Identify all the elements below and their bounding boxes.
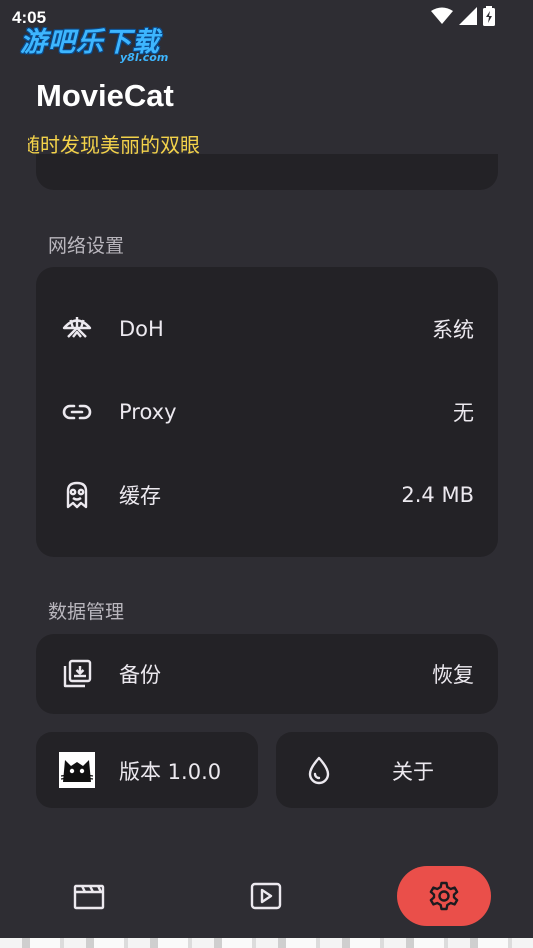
version-label: 版本 1.0.0: [119, 760, 222, 784]
drop-icon: [304, 755, 334, 785]
scrolled-card-bottom: [36, 154, 498, 190]
cache-icon: [60, 478, 94, 512]
doh-row[interactable]: DoH 系统: [36, 299, 498, 359]
backup-card: 备份 恢复: [36, 634, 498, 714]
watermark-logo: 游吧乐下载 y8l.com: [20, 20, 190, 66]
backup-label: 备份: [119, 663, 161, 687]
doh-label: DoH: [119, 317, 164, 341]
app-subtitle: 随时发现美丽的双眼: [28, 133, 200, 157]
doh-value: 系统: [432, 318, 474, 342]
proxy-label: Proxy: [119, 400, 177, 424]
wifi-icon: [431, 7, 453, 24]
cache-row[interactable]: 缓存 2.4 MB: [36, 465, 498, 525]
about-card[interactable]: 关于: [276, 732, 498, 808]
nav-settings[interactable]: [397, 866, 491, 926]
app-logo-icon: [59, 752, 95, 788]
app-title: MovieCat: [36, 78, 174, 113]
gear-icon: [429, 881, 459, 911]
cache-value: 2.4 MB: [401, 483, 474, 507]
backup-row[interactable]: 备份 恢复: [36, 644, 498, 704]
nav-player[interactable]: [219, 866, 313, 926]
network-settings-card: DoH 系统 Proxy 无 缓存 2.4 MB: [36, 267, 498, 557]
network-section-heading: 网络设置: [48, 235, 125, 257]
about-label: 关于: [392, 760, 434, 784]
cache-label: 缓存: [119, 484, 161, 508]
proxy-value: 无: [453, 401, 474, 425]
battery-icon: [483, 6, 495, 26]
data-section-heading: 数据管理: [48, 601, 125, 623]
version-card[interactable]: 版本 1.0.0: [36, 732, 258, 808]
nav-movies[interactable]: [42, 866, 136, 926]
bottom-edge-strip: [0, 938, 533, 948]
signal-icon: [459, 7, 477, 25]
umbrella-icon: [60, 312, 94, 346]
bottom-navigation: [0, 860, 533, 932]
movie-clapper-icon: [73, 884, 105, 910]
proxy-row[interactable]: Proxy 无: [36, 382, 498, 442]
link-icon: [60, 395, 94, 429]
play-icon: [250, 882, 282, 910]
backup-icon: [60, 657, 94, 691]
restore-button[interactable]: 恢复: [432, 659, 474, 689]
status-icons: [431, 6, 495, 26]
watermark-sub: y8l.com: [120, 51, 169, 64]
